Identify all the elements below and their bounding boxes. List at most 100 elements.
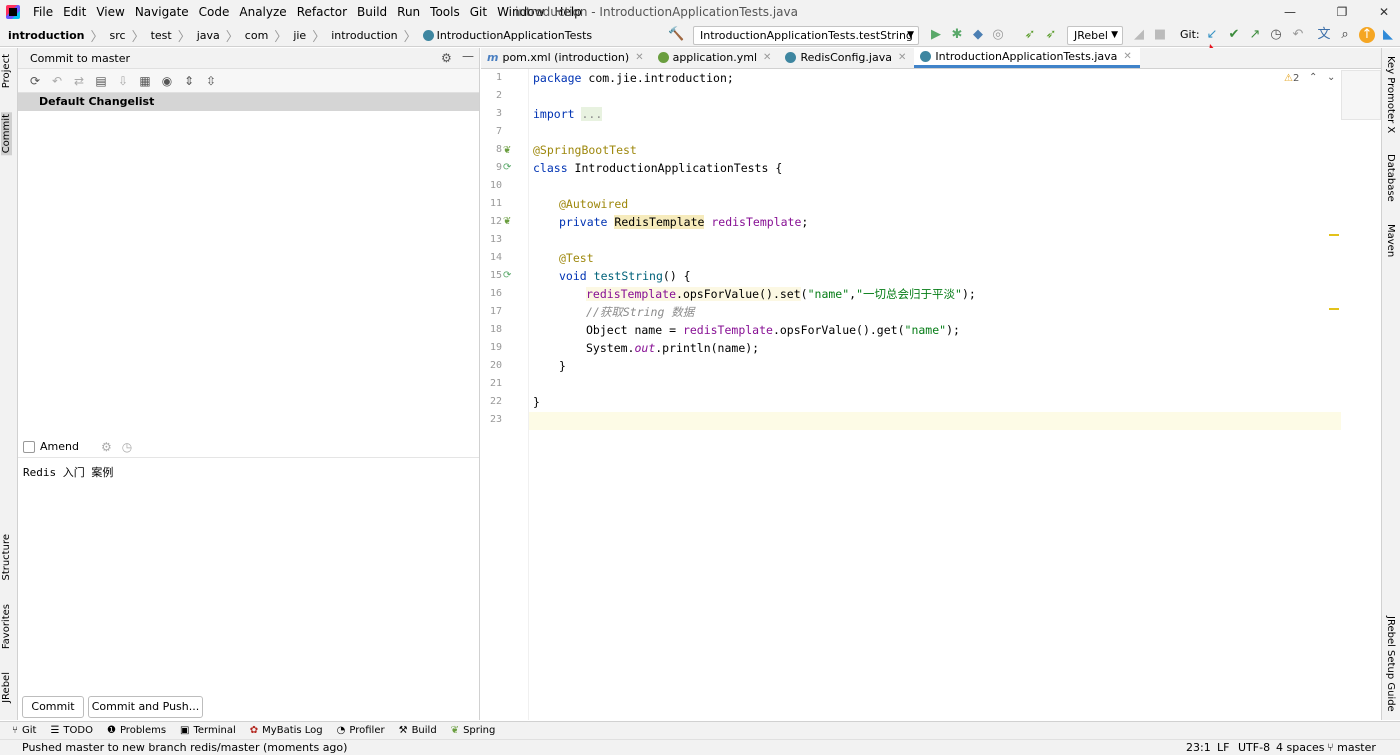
- tool-tab-key-promoter[interactable]: Key Promoter X: [1385, 56, 1396, 133]
- breadcrumb-com[interactable]: com: [245, 29, 269, 42]
- breadcrumb-test[interactable]: test: [151, 29, 172, 42]
- default-changelist[interactable]: Default Changelist: [18, 93, 479, 111]
- close-icon[interactable]: ✕: [763, 52, 771, 63]
- close-icon[interactable]: ✕: [1123, 51, 1131, 62]
- run-config-select[interactable]: IntroductionApplicationTests.testString …: [693, 26, 919, 45]
- expand-all-icon[interactable]: ⇕: [178, 74, 200, 88]
- menu-git[interactable]: Git: [465, 0, 492, 24]
- menu-view[interactable]: View: [91, 0, 129, 24]
- search-icon[interactable]: ⌕: [1337, 27, 1353, 43]
- build-hammer-icon[interactable]: 🔨: [668, 27, 684, 43]
- tab-introductionapplicationtests-java[interactable]: IntroductionApplicationTests.java ✕: [914, 47, 1140, 68]
- breadcrumb-project[interactable]: introduction: [8, 29, 84, 42]
- close-icon[interactable]: ✕: [635, 52, 643, 63]
- git-branch-widget[interactable]: ⑂ master: [1327, 740, 1376, 755]
- tool-build[interactable]: ⚒ Build: [399, 725, 437, 736]
- autowired-bean-icon[interactable]: ❦: [503, 216, 511, 227]
- git-history-icon[interactable]: ◷: [1268, 27, 1284, 43]
- tool-terminal[interactable]: ▣ Terminal: [180, 725, 236, 736]
- translate-icon[interactable]: 文: [1316, 27, 1332, 43]
- stop-icon[interactable]: ■: [1152, 27, 1168, 43]
- status-message[interactable]: Pushed master to new branch redis/master…: [22, 741, 347, 754]
- caret-position[interactable]: 23:1: [1186, 740, 1211, 755]
- eye-icon[interactable]: ◉: [156, 74, 178, 88]
- menu-refactor[interactable]: Refactor: [292, 0, 352, 24]
- tool-problems[interactable]: ❶ Problems: [107, 725, 166, 736]
- run-test-gutter-icon[interactable]: ⟳: [503, 162, 511, 173]
- gear-icon[interactable]: ⚙: [101, 440, 112, 454]
- update-icon[interactable]: ↑: [1359, 27, 1375, 43]
- tool-tab-database[interactable]: Database: [1385, 154, 1396, 202]
- close-icon[interactable]: ✕: [1362, 0, 1400, 24]
- line-separator[interactable]: LF: [1217, 740, 1229, 755]
- menu-code[interactable]: Code: [194, 0, 235, 24]
- chevron-down-icon[interactable]: ⌄: [1327, 72, 1335, 83]
- tool-tab-project[interactable]: Project: [1, 54, 12, 88]
- group-by-icon[interactable]: ▦: [134, 74, 156, 88]
- close-icon[interactable]: ✕: [898, 52, 906, 63]
- menu-edit[interactable]: Edit: [58, 0, 91, 24]
- tool-git[interactable]: ⑂ Git: [12, 725, 36, 736]
- debug-icon[interactable]: ✱: [949, 27, 965, 43]
- clock-icon[interactable]: ◷: [122, 440, 132, 454]
- plugin-icon[interactable]: ◣: [1380, 27, 1396, 43]
- collapse-all-icon[interactable]: ⇳: [200, 74, 222, 88]
- commit-and-push-button[interactable]: Commit and Push...: [88, 696, 203, 718]
- tool-tab-structure[interactable]: Structure: [1, 534, 12, 581]
- code-area[interactable]: package com.jie.introduction; import ...…: [533, 69, 1333, 720]
- warnings-indicator[interactable]: ⚠2: [1284, 73, 1299, 84]
- menu-build[interactable]: Build: [352, 0, 392, 24]
- commit-message-input[interactable]: Redis 入门 案例: [23, 464, 113, 480]
- coverage-icon[interactable]: ◆: [970, 27, 986, 43]
- git-rollback-icon[interactable]: ↶: [1290, 27, 1306, 43]
- tool-tab-commit[interactable]: Commit: [1, 112, 12, 156]
- refresh-icon[interactable]: ⟳: [24, 74, 46, 88]
- jrebel-run-icon[interactable]: ➶: [1022, 27, 1038, 43]
- move-changes-icon[interactable]: ⇄: [68, 74, 90, 88]
- shelve-icon[interactable]: ⇩: [112, 74, 134, 88]
- minimize-icon[interactable]: —: [1268, 0, 1312, 24]
- breadcrumb-jie[interactable]: jie: [293, 29, 306, 42]
- menu-analyze[interactable]: Analyze: [234, 0, 291, 24]
- run-test-gutter-icon[interactable]: ⟳: [503, 270, 511, 281]
- show-diff-icon[interactable]: ▤: [90, 74, 112, 88]
- gear-icon[interactable]: ⚙: [441, 51, 452, 65]
- jrebel-select[interactable]: JRebel ▼: [1067, 26, 1123, 45]
- tab-redisconfig-java[interactable]: RedisConfig.java ✕: [779, 47, 914, 68]
- breadcrumb-introduction[interactable]: introduction: [331, 29, 397, 42]
- attach-icon[interactable]: ◢: [1131, 27, 1147, 43]
- amend-checkbox[interactable]: [23, 440, 35, 453]
- warning-marker[interactable]: [1329, 308, 1339, 310]
- warning-marker[interactable]: [1329, 234, 1339, 236]
- amend-label[interactable]: Amend: [40, 440, 79, 453]
- tab-application-yml[interactable]: application.yml ✕: [652, 47, 780, 68]
- tool-profiler[interactable]: ◔ Profiler: [337, 725, 385, 736]
- jrebel-debug-icon[interactable]: ➶: [1043, 27, 1059, 43]
- breadcrumb-src[interactable]: src: [110, 29, 126, 42]
- maximize-icon[interactable]: ❐: [1320, 0, 1364, 24]
- tool-mybatis-log[interactable]: ✿ MyBatis Log: [250, 725, 323, 736]
- rollback-icon[interactable]: ↶: [46, 74, 68, 88]
- commit-button[interactable]: Commit: [22, 696, 84, 718]
- menu-tools[interactable]: Tools: [425, 0, 465, 24]
- tab-pom-xml[interactable]: m pom.xml (introduction) ✕: [481, 47, 652, 68]
- menu-run[interactable]: Run: [392, 0, 425, 24]
- breadcrumb-class[interactable]: IntroductionApplicationTests: [437, 29, 592, 42]
- menu-file[interactable]: File: [28, 0, 58, 24]
- chevron-up-icon[interactable]: ⌃: [1309, 72, 1317, 83]
- tool-tab-jrebel[interactable]: JRebel: [1, 672, 12, 703]
- file-encoding[interactable]: UTF-8: [1238, 740, 1270, 755]
- run-icon[interactable]: ▶: [928, 27, 944, 43]
- tool-todo[interactable]: ☰ TODO: [50, 725, 93, 736]
- tool-tab-maven[interactable]: Maven: [1385, 224, 1396, 257]
- spring-bean-icon[interactable]: ❦: [503, 145, 511, 156]
- hide-icon[interactable]: —: [462, 49, 474, 63]
- tool-spring[interactable]: ❦ Spring: [451, 725, 496, 736]
- indent-setting[interactable]: 4 spaces: [1276, 740, 1325, 755]
- folded-imports[interactable]: ...: [581, 107, 603, 121]
- breadcrumb-java[interactable]: java: [197, 29, 220, 42]
- tool-tab-jrebel-setup[interactable]: JRebel Setup Guide: [1385, 616, 1396, 712]
- tool-tab-favorites[interactable]: Favorites: [1, 604, 12, 649]
- menu-navigate[interactable]: Navigate: [130, 0, 194, 24]
- code-minimap[interactable]: [1341, 70, 1381, 120]
